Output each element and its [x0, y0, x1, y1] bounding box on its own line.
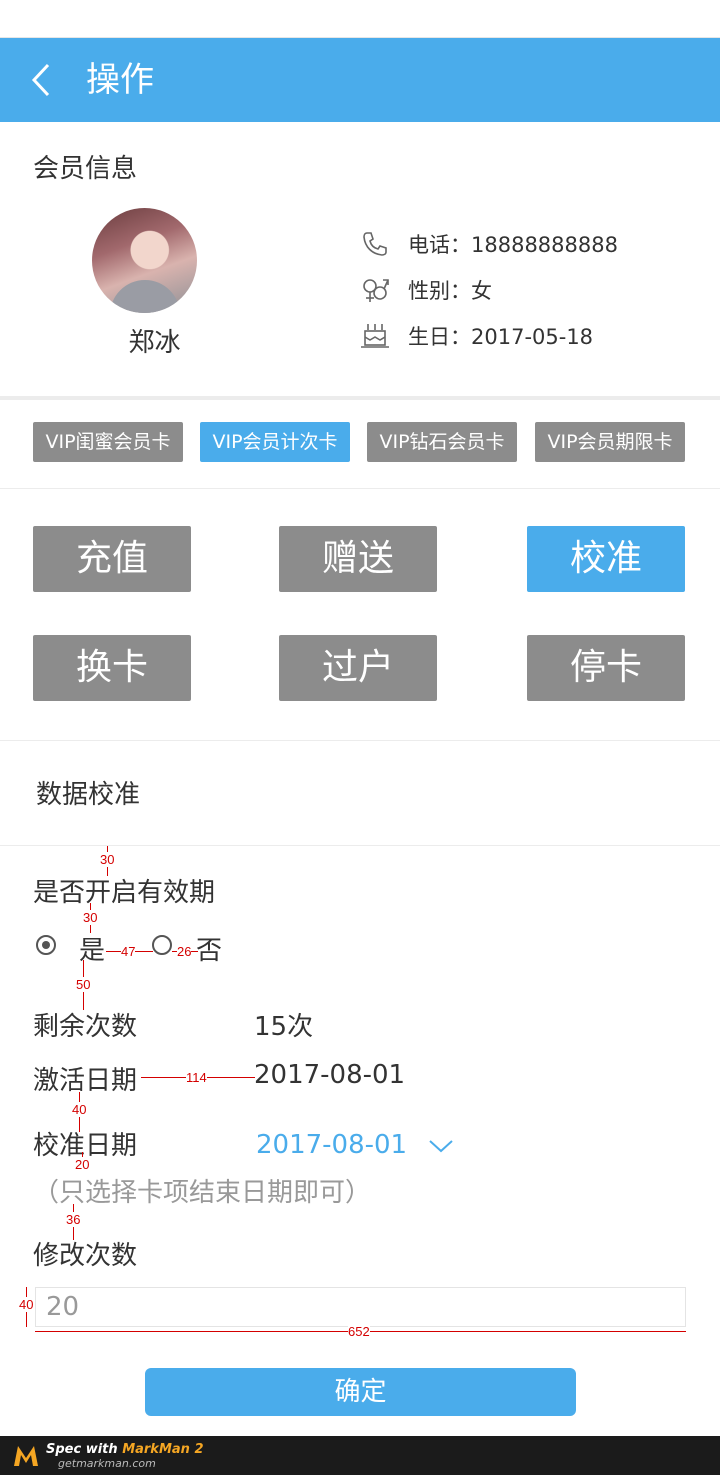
gender-text: 性别：女	[408, 279, 492, 303]
divider	[0, 396, 720, 400]
section-title: 数据校准	[36, 780, 141, 810]
markman-footer: Spec with MarkMan 2 getmarkman.com	[0, 1436, 720, 1475]
modify-label: 修改次数	[33, 1241, 138, 1271]
divider	[0, 845, 720, 846]
calib-hint: （只选择卡项结束日期即可）	[33, 1178, 372, 1208]
spec-mark: 40	[19, 1297, 34, 1312]
modify-count-input[interactable]	[35, 1287, 686, 1327]
card-tab-0[interactable]: VIP闺蜜会员卡	[33, 422, 183, 462]
radio-yes[interactable]	[36, 935, 56, 955]
header-bar: 操作	[0, 38, 720, 122]
spec-mark: 36	[66, 1212, 81, 1227]
spec-mark: 26	[177, 944, 192, 959]
footer-line2: getmarkman.com	[58, 1457, 156, 1470]
radio-no[interactable]	[152, 935, 172, 955]
spec-mark: 114	[186, 1070, 207, 1085]
remaining-label: 剩余次数	[33, 1012, 138, 1042]
gender-row: 性别：女	[360, 275, 492, 305]
spec-mark: 40	[72, 1102, 87, 1117]
activation-value: 2017-08-01	[254, 1060, 406, 1090]
remaining-value: 15次	[254, 1012, 314, 1042]
markman-logo-icon	[14, 1446, 38, 1466]
transfer-button[interactable]: 过户	[279, 635, 437, 701]
page-title: 操作	[86, 60, 154, 100]
calib-date-select[interactable]: 2017-08-01	[256, 1130, 407, 1160]
activation-label: 激活日期	[33, 1066, 138, 1096]
validity-label: 是否开启有效期	[33, 878, 216, 908]
confirm-button[interactable]: 确定	[145, 1368, 576, 1416]
card-tab-1[interactable]: VIP会员计次卡	[200, 422, 350, 462]
spec-mark: 652	[348, 1324, 370, 1339]
chevron-down-icon[interactable]	[428, 1138, 454, 1154]
phone-row: 电话：18888888888	[360, 229, 618, 259]
birthday-cake-icon	[361, 324, 389, 348]
gift-button[interactable]: 赠送	[279, 526, 437, 592]
status-strip	[0, 0, 720, 38]
birthday-row: 生日：2017-05-18	[360, 321, 593, 351]
phone-icon	[363, 232, 387, 256]
divider	[0, 740, 720, 741]
radio-no-label[interactable]: 否	[196, 930, 222, 967]
member-info-label: 会员信息	[33, 154, 138, 184]
gender-icon	[363, 279, 389, 302]
change-card-button[interactable]: 换卡	[33, 635, 191, 701]
back-arrow-icon[interactable]	[30, 63, 54, 97]
birthday-text: 生日：2017-05-18	[408, 325, 594, 349]
divider	[0, 488, 720, 489]
spec-mark: 30	[83, 910, 98, 925]
member-name: 郑冰	[128, 328, 181, 358]
avatar	[92, 208, 197, 313]
phone-text: 电话：18888888888	[408, 233, 618, 257]
spec-mark: 30	[100, 852, 115, 867]
footer-line1: Spec with MarkMan 2	[46, 1442, 204, 1457]
recharge-button[interactable]: 充值	[33, 526, 191, 592]
spec-mark: 20	[75, 1157, 90, 1172]
spec-mark: 47	[121, 944, 136, 959]
card-tab-3[interactable]: VIP会员期限卡	[535, 422, 685, 462]
suspend-card-button[interactable]: 停卡	[527, 635, 685, 701]
card-tab-2[interactable]: VIP钻石会员卡	[367, 422, 517, 462]
calibrate-button[interactable]: 校准	[527, 526, 685, 592]
spec-mark: 50	[76, 977, 91, 992]
